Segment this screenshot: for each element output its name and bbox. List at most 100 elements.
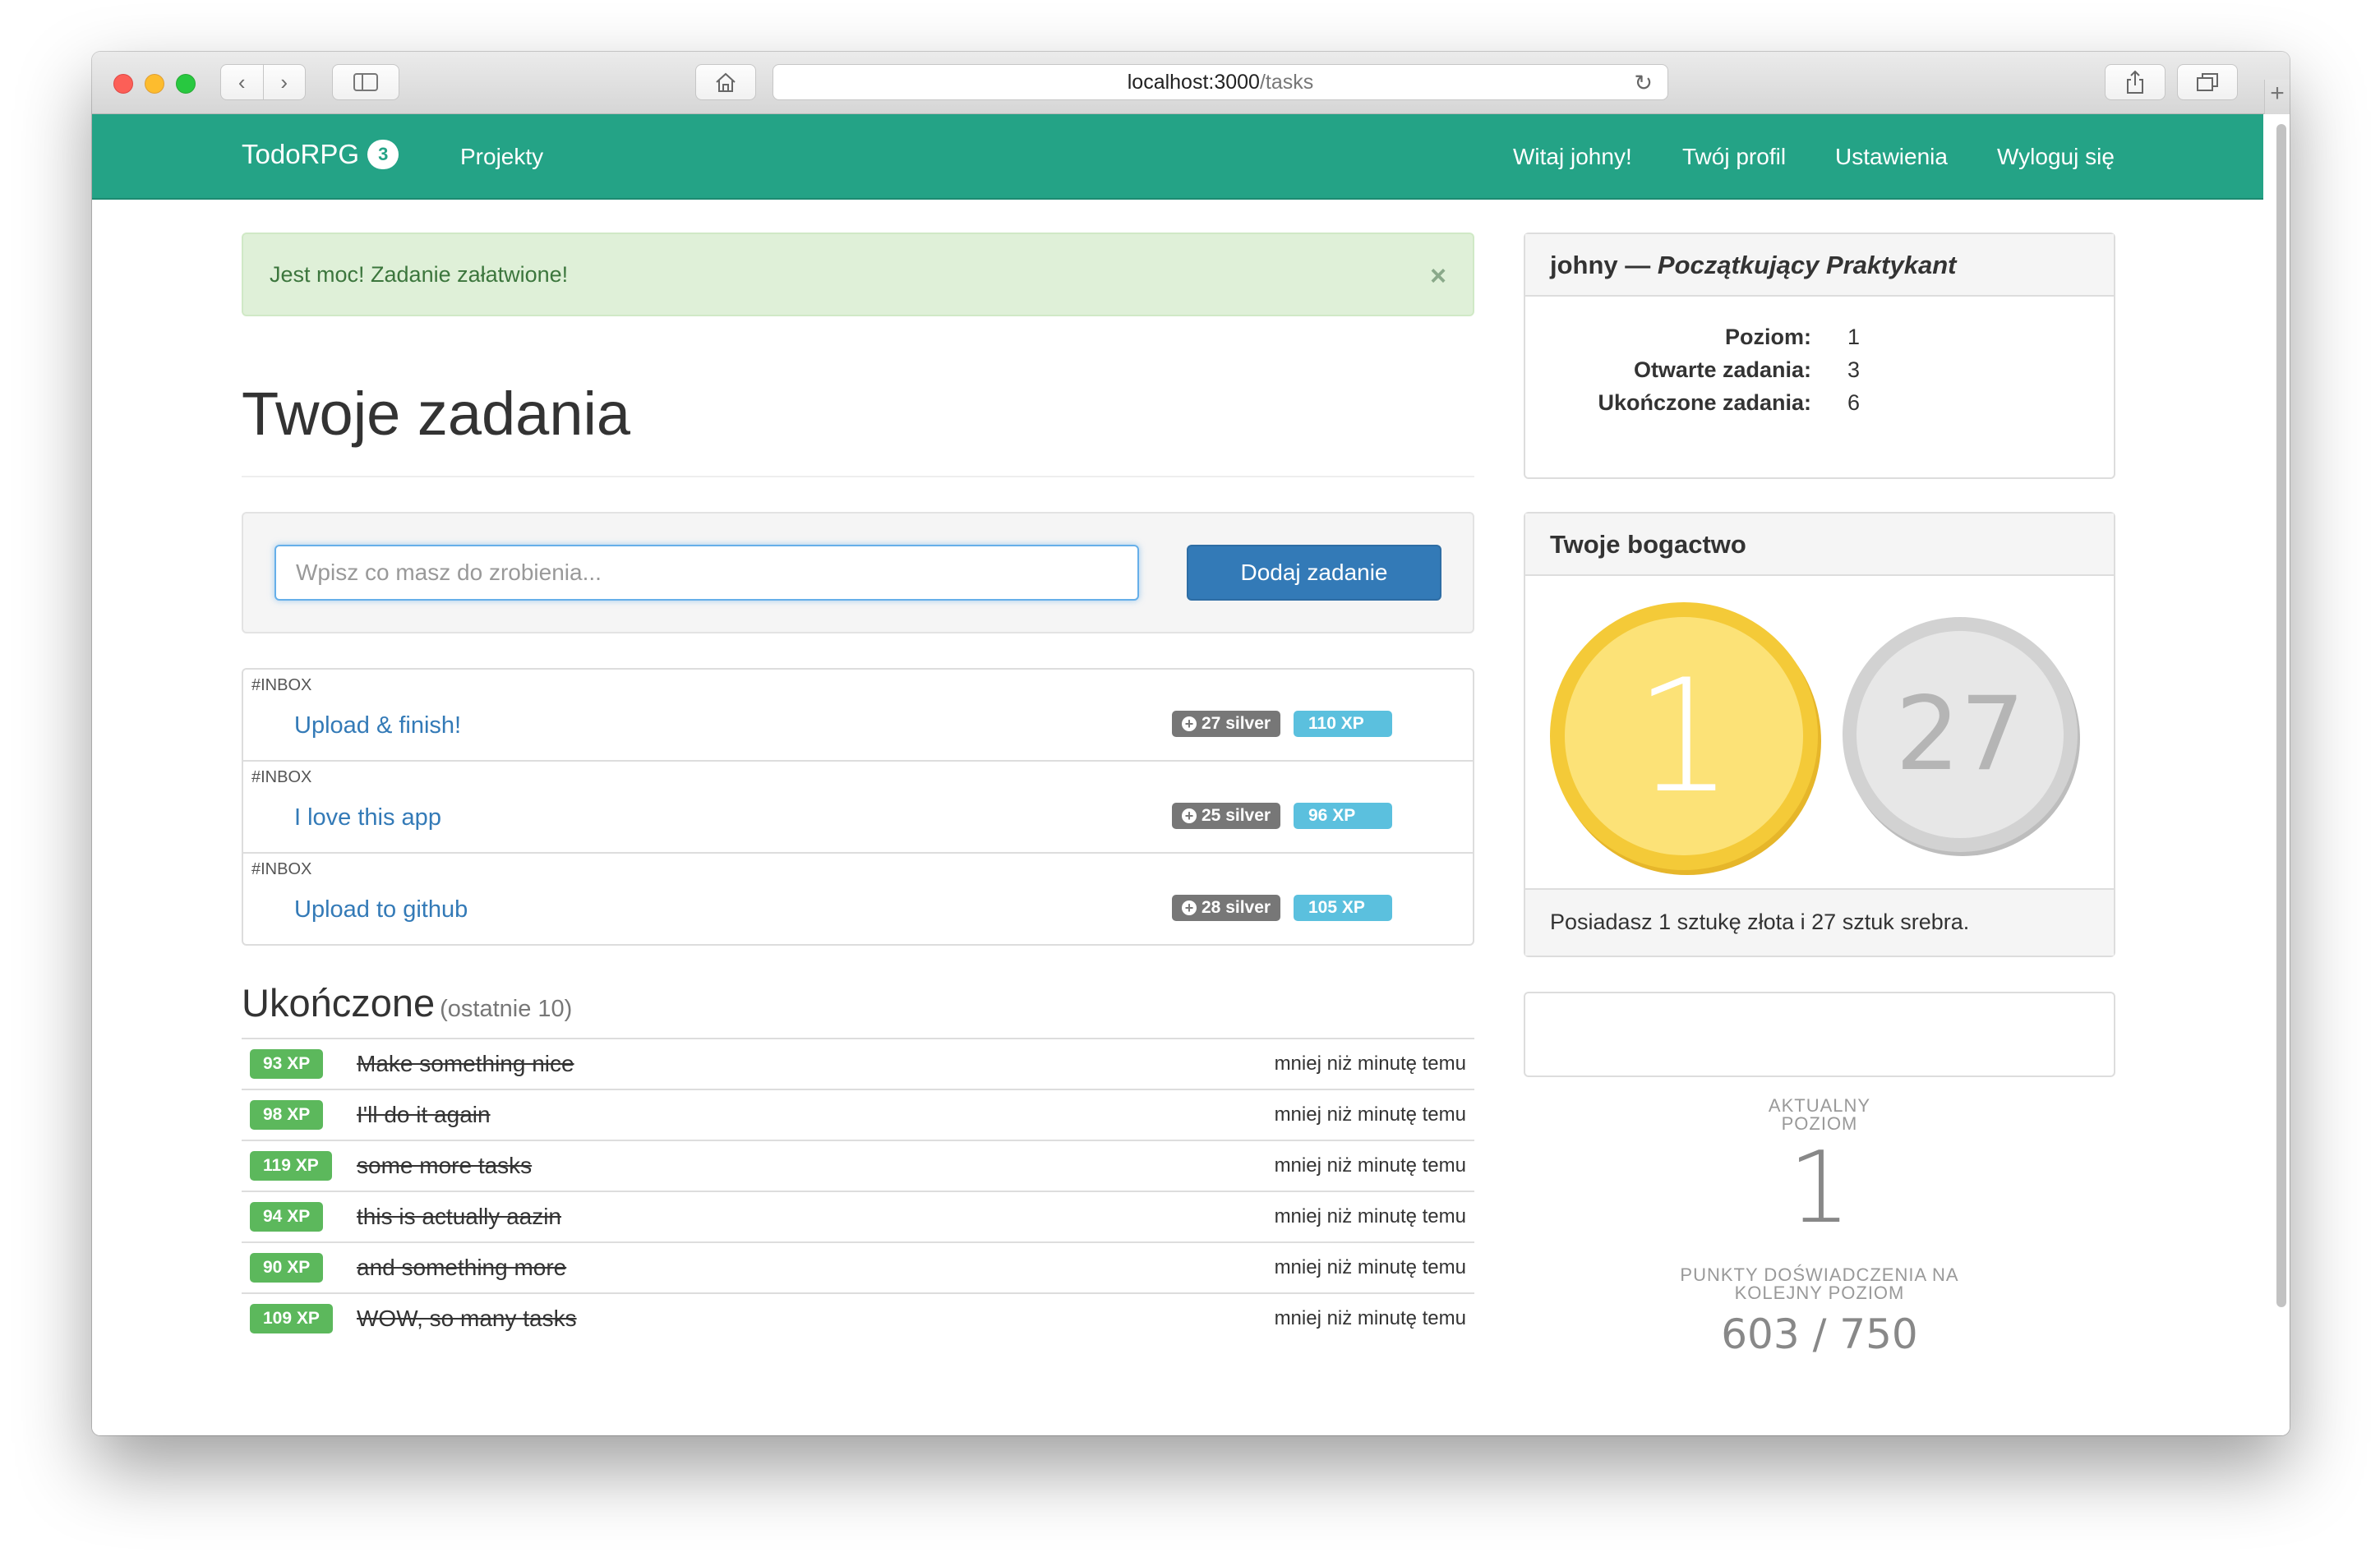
share-icon: [2127, 70, 2143, 94]
completed-time: mniej niż minutę temu: [1274, 1103, 1466, 1126]
gold-coin-icon: 1: [1550, 602, 1818, 870]
sidebar-icon: [353, 73, 378, 91]
open-task-list: #INBOX Upload & finish! +27 silver 110 X…: [242, 668, 1474, 946]
plus-circle-icon: +: [1182, 808, 1197, 823]
completed-task-title: Make something nice: [357, 1051, 574, 1076]
nav-greeting[interactable]: Witaj johny!: [1513, 144, 1632, 170]
history-nav: ‹ ›: [220, 64, 306, 100]
silver-reward-text: 25 silver: [1202, 806, 1271, 825]
nav-logout[interactable]: Wyloguj się: [1997, 144, 2115, 170]
silver-amount: 27: [1856, 631, 2064, 838]
nav-settings[interactable]: Ustawienia: [1835, 144, 1948, 170]
completed-task-title: some more tasks: [357, 1153, 533, 1178]
completed-task-title: and something more: [357, 1255, 567, 1280]
completed-task-title: this is actually aazin: [357, 1204, 562, 1229]
url-host: localhost:3000: [1127, 70, 1260, 94]
task-item: #INBOX Upload to github +28 silver 105 X…: [243, 854, 1473, 946]
completed-subtitle: (ostatnie 10): [440, 996, 573, 1022]
wealth-panel: Twoje bogactwo 1 27 Posiadasz 1 sztukę z…: [1524, 512, 2115, 957]
task-project[interactable]: #INBOX: [251, 860, 311, 879]
user-name: johny —: [1550, 251, 1651, 279]
new-task-input[interactable]: Wpisz co masz do zrobienia...: [274, 545, 1139, 601]
brand-name: TodoRPG: [242, 139, 360, 169]
new-tab-button[interactable]: +: [2264, 80, 2290, 114]
show-tabs-button[interactable]: [2177, 64, 2238, 100]
page-title: Twoje zadania: [242, 380, 631, 448]
profile-panel: johny — Początkujący Praktykant Poziom: …: [1524, 233, 2115, 479]
wealth-panel-heading: Twoje bogactwo: [1525, 514, 2114, 576]
browser-window: ‹ › localhost:3000/tasks ↻ + TodoRPG 3 P…: [92, 52, 2290, 1435]
reload-icon[interactable]: ↻: [1634, 71, 1653, 96]
silver-reward-text: 27 silver: [1202, 714, 1271, 733]
stat-label: Otwarte zadania:: [1633, 357, 1811, 382]
silver-reward-badge: +27 silver: [1172, 711, 1281, 737]
stat-value: 6: [1847, 390, 1861, 415]
completed-task-table: 93 XP Make something nice mniej niż minu…: [242, 1038, 1474, 1343]
brand-link[interactable]: TodoRPG 3: [242, 139, 399, 170]
gold-amount: 1: [1565, 617, 1803, 855]
completed-task-title: I'll do it again: [357, 1102, 491, 1127]
tabs-icon: [2197, 73, 2218, 91]
silver-reward-text: 28 silver: [1202, 898, 1271, 917]
page-scrollbar[interactable]: [2276, 124, 2286, 1307]
address-bar[interactable]: localhost:3000/tasks ↻: [773, 64, 1668, 100]
stat-value: 1: [1847, 325, 1861, 349]
title-divider: [242, 476, 1474, 477]
close-window-button[interactable]: [113, 74, 133, 94]
silver-coin-icon: 27: [1843, 617, 2078, 852]
sidebar-toggle-button[interactable]: [332, 64, 399, 100]
coins-area: 1 27: [1525, 576, 2114, 888]
back-icon[interactable]: ‹: [221, 65, 263, 99]
home-icon: [716, 72, 736, 92]
stat-label: Poziom:: [1725, 325, 1811, 349]
profile-panel-heading: johny — Początkujący Praktykant: [1525, 234, 2114, 297]
task-title-link[interactable]: Upload & finish!: [294, 712, 461, 739]
xp-reward-badge: 110 XP: [1294, 711, 1392, 737]
task-title-link[interactable]: I love this app: [294, 804, 441, 831]
browser-toolbar: ‹ › localhost:3000/tasks ↻ +: [92, 52, 2290, 114]
completed-time: mniej niż minutę temu: [1274, 1052, 1466, 1075]
share-button[interactable]: [2105, 64, 2166, 100]
completed-time: mniej niż minutę temu: [1274, 1256, 1466, 1278]
task-project[interactable]: #INBOX: [251, 676, 311, 695]
level-caption-line1: AKTUALNY: [1768, 1095, 1871, 1116]
stat-level: Poziom: 1: [1525, 325, 2114, 357]
app-navbar: TodoRPG 3 Projekty Witaj johny! Twój pro…: [92, 114, 2263, 200]
task-title-link[interactable]: Upload to github: [294, 896, 468, 923]
completed-row: 119 XP some more tasks mniej niż minutę …: [242, 1140, 1474, 1191]
silver-reward-badge: +28 silver: [1172, 895, 1281, 921]
completed-row: 90 XP and something more mniej niż minut…: [242, 1241, 1474, 1292]
completed-row: 94 XP this is actually aazin mniej niż m…: [242, 1191, 1474, 1241]
completed-row: 93 XP Make something nice mniej niż minu…: [242, 1038, 1474, 1089]
url-path: /tasks: [1259, 70, 1314, 94]
page-viewport: TodoRPG 3 Projekty Witaj johny! Twój pro…: [92, 114, 2290, 1435]
nav-projects[interactable]: Projekty: [460, 144, 543, 170]
zoom-window-button[interactable]: [176, 74, 196, 94]
completed-heading: Ukończone (ostatnie 10): [242, 980, 572, 1025]
add-task-button[interactable]: Dodaj zadanie: [1187, 545, 1441, 601]
task-item: #INBOX Upload & finish! +27 silver 110 X…: [243, 670, 1473, 762]
home-button[interactable]: [695, 64, 756, 100]
open-tasks-badge: 3: [367, 140, 399, 169]
nav-profile[interactable]: Twój profil: [1682, 144, 1786, 170]
forward-icon[interactable]: ›: [262, 65, 306, 99]
task-project[interactable]: #INBOX: [251, 768, 311, 787]
success-alert: Jest moc! Zadanie załatwione! ×: [242, 233, 1474, 316]
level-info: AKTUALNY POZIOM 1 PUNKTY DOŚWIADCZENIA N…: [1524, 1095, 2115, 1359]
completed-time: mniej niż minutę temu: [1274, 1154, 1466, 1177]
xp-caption-line1: PUNKTY DOŚWIADCZENIA NA: [1680, 1264, 1959, 1285]
completed-time: mniej niż minutę temu: [1274, 1307, 1466, 1329]
completed-time: mniej niż minutę temu: [1274, 1205, 1466, 1227]
earned-xp-badge: 109 XP: [250, 1304, 333, 1333]
level-caption-line2: POZIOM: [1781, 1113, 1858, 1134]
earned-xp-badge: 93 XP: [250, 1049, 324, 1079]
close-icon[interactable]: ×: [1430, 260, 1446, 292]
user-rank: Początkujący Praktykant: [1657, 251, 1957, 279]
plus-circle-icon: +: [1182, 900, 1197, 915]
earned-xp-badge: 98 XP: [250, 1100, 324, 1130]
completed-row: 109 XP WOW, so many tasks mniej niż minu…: [242, 1292, 1474, 1343]
silver-reward-badge: +25 silver: [1172, 803, 1281, 829]
minimize-window-button[interactable]: [145, 74, 164, 94]
xp-progress: 603 / 750: [1721, 1310, 1918, 1358]
earned-xp-badge: 94 XP: [250, 1202, 324, 1232]
